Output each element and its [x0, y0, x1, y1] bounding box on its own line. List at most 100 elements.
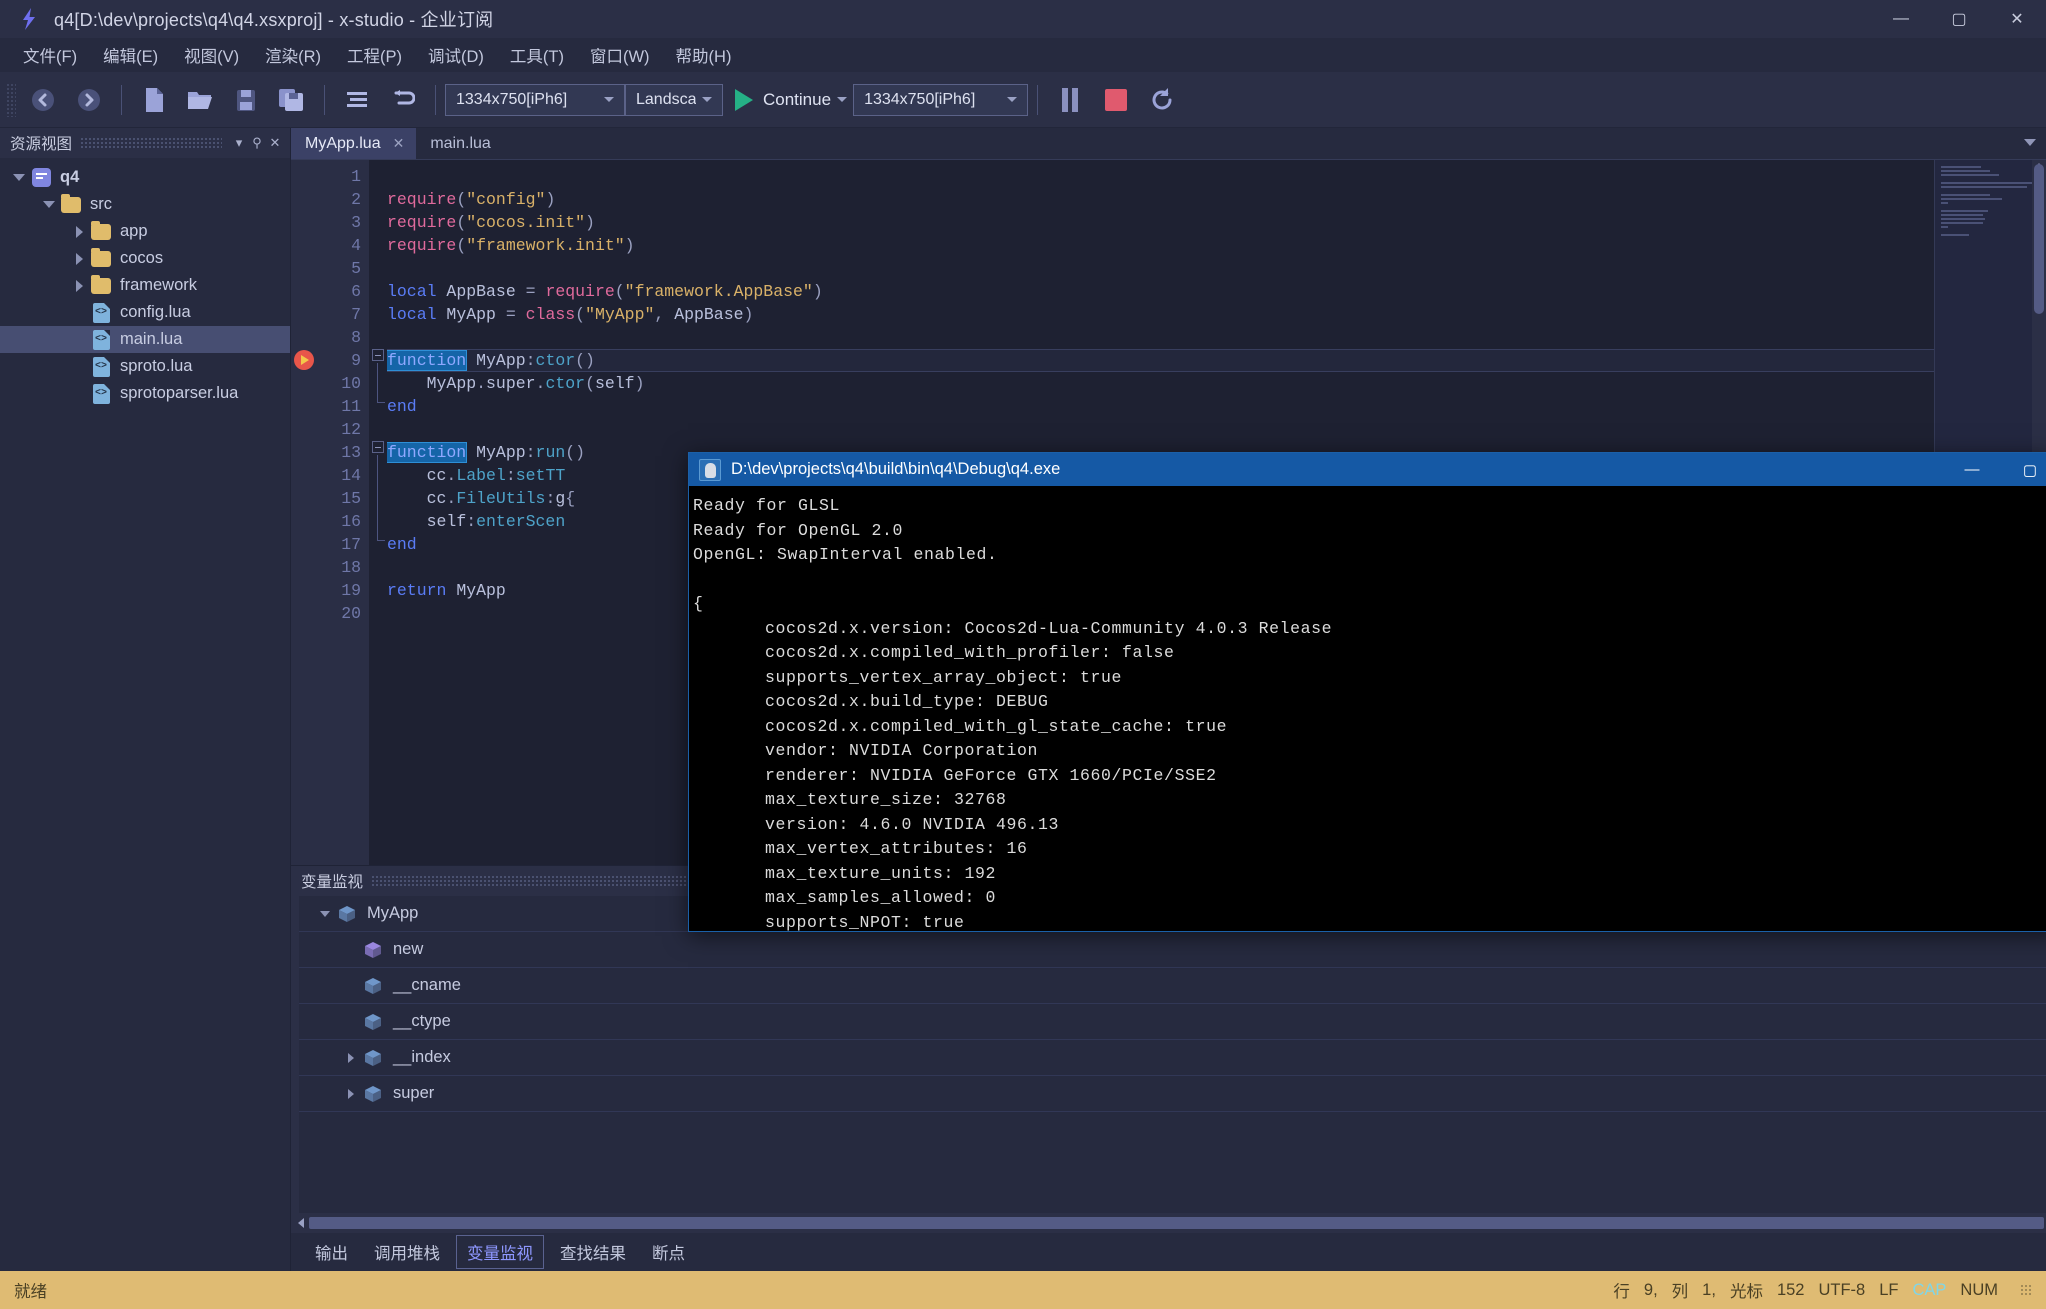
save-icon[interactable] [225, 79, 267, 121]
code-line[interactable] [387, 165, 2046, 188]
forward-arrow-icon[interactable] [68, 79, 110, 121]
code-line[interactable]: require("config") [387, 188, 2046, 211]
continue-chevron-icon[interactable] [837, 97, 847, 102]
code-line[interactable] [387, 326, 2046, 349]
code-line[interactable]: MyApp.super.ctor(self) [387, 372, 2046, 395]
fold-end-11 [377, 402, 385, 403]
code-line[interactable]: require("framework.init") [387, 234, 2046, 257]
line-number: 14 [317, 464, 361, 487]
watch-row-u_cname[interactable]: __cname [299, 968, 2046, 1004]
menu-tools[interactable]: 工具(T) [497, 40, 577, 70]
code-line[interactable] [387, 418, 2046, 441]
stop-icon[interactable] [1095, 79, 1137, 121]
tree-item-app[interactable]: app [0, 218, 290, 245]
tree-item-sproto-lua[interactable]: <>sproto.lua [0, 353, 290, 380]
menu-view[interactable]: 视图(V) [171, 40, 252, 70]
code-line[interactable]: end [387, 395, 2046, 418]
tab-breakpoints[interactable]: 断点 [642, 1236, 695, 1268]
watch-row-new[interactable]: new [299, 932, 2046, 968]
watch-twisty-right-icon[interactable] [339, 1089, 363, 1099]
tree-item-sprotoparser-lua[interactable]: <>sprotoparser.lua [0, 380, 290, 407]
toolbar-divider [121, 85, 122, 115]
console-maximize-button[interactable]: ▢ [2001, 453, 2046, 486]
watch-row-u_index[interactable]: __index [299, 1040, 2046, 1076]
panel-pin-icon[interactable]: ⚲ [248, 135, 266, 151]
lua-file-icon: <> [90, 330, 112, 350]
watch-row-super[interactable]: super [299, 1076, 2046, 1112]
watch-horizontal-scrollbar[interactable] [291, 1213, 2046, 1233]
fold-box-13[interactable] [372, 441, 384, 453]
play-icon[interactable] [735, 89, 753, 111]
menu-file[interactable]: 文件(F) [10, 40, 90, 70]
tree-item-src[interactable]: src [0, 191, 290, 218]
tab-variable-watch[interactable]: 变量监视 [456, 1235, 544, 1269]
close-button[interactable]: ✕ [1988, 0, 2046, 38]
tab-myapp-lua[interactable]: MyApp.lua ✕ [291, 128, 416, 159]
scroll-thumb[interactable] [2034, 164, 2044, 314]
tree-item-q4[interactable]: q4 [0, 164, 290, 191]
resize-grip-icon[interactable] [2020, 1284, 2032, 1296]
code-line[interactable]: require("cocos.init") [387, 211, 2046, 234]
panel-collapse-icon[interactable]: ▾ [230, 135, 248, 151]
resolution-combo[interactable]: 1334x750[iPh6] [445, 84, 625, 116]
menu-help[interactable]: 帮助(H) [663, 40, 745, 70]
continue-label[interactable]: Continue [763, 90, 831, 110]
watch-twisty-down-icon[interactable] [313, 911, 337, 917]
menu-edit[interactable]: 编辑(E) [90, 40, 171, 70]
twisty-right-icon[interactable] [68, 280, 90, 292]
console-minimize-button[interactable]: — [1943, 453, 2001, 486]
twisty-right-icon[interactable] [68, 226, 90, 238]
watch-twisty-right-icon[interactable] [339, 1053, 363, 1063]
tree-item-main-lua[interactable]: <>main.lua [0, 326, 290, 353]
save-all-icon[interactable] [271, 79, 313, 121]
menu-debug[interactable]: 调试(D) [415, 40, 497, 70]
watch-scroll-thumb[interactable] [309, 1217, 2044, 1229]
orientation-combo[interactable]: Landscape [625, 84, 723, 116]
maximize-button[interactable]: ▢ [1930, 0, 1988, 38]
minimap-line [1941, 186, 2027, 188]
panel-close-icon[interactable]: ✕ [266, 135, 284, 151]
code-line[interactable]: local MyApp = class("MyApp", AppBase) [387, 303, 2046, 326]
menu-render[interactable]: 渲染(R) [252, 40, 334, 70]
back-arrow-icon[interactable] [22, 79, 64, 121]
fold-box-9[interactable] [372, 349, 384, 361]
chevron-down-icon [604, 97, 614, 102]
new-file-icon[interactable] [133, 79, 175, 121]
menu-project[interactable]: 工程(P) [334, 40, 415, 70]
target-combo[interactable]: 1334x750[iPh6] [853, 84, 1028, 116]
tree-item-config-lua[interactable]: <>config.lua [0, 299, 290, 326]
line-number: 8 [317, 326, 361, 349]
restart-icon[interactable] [1141, 79, 1183, 121]
open-folder-icon[interactable] [179, 79, 221, 121]
toolbar-grip[interactable] [6, 83, 16, 117]
tree-item-framework[interactable]: framework [0, 272, 290, 299]
twisty-right-icon[interactable] [68, 253, 90, 265]
undo-icon[interactable] [382, 79, 424, 121]
list-icon[interactable] [336, 79, 378, 121]
twisty-down-icon[interactable] [38, 201, 60, 208]
panel-drag-handle[interactable] [80, 137, 222, 149]
tree-item-cocos[interactable]: cocos [0, 245, 290, 272]
tabstrip-overflow-icon[interactable] [2024, 139, 2036, 146]
menu-window[interactable]: 窗口(W) [577, 40, 663, 70]
pause-icon[interactable] [1049, 79, 1091, 121]
code-line[interactable] [387, 257, 2046, 280]
tab-output[interactable]: 输出 [305, 1236, 358, 1268]
tab-main-lua[interactable]: main.lua [416, 128, 502, 159]
watch-scroll-left-icon[interactable] [298, 1218, 304, 1228]
console-output[interactable]: Ready for GLSLReady for OpenGL 2.0OpenGL… [689, 486, 2046, 931]
code-line[interactable]: local AppBase = require("framework.AppBa… [387, 280, 2046, 303]
console-title-bar[interactable]: D:\dev\projects\q4\build\bin\q4\Debug\q4… [689, 453, 2046, 486]
minimize-button[interactable]: — [1872, 0, 1930, 38]
code-line[interactable]: function MyApp:ctor() [387, 349, 2046, 372]
watch-row-u_ctype[interactable]: __ctype [299, 1004, 2046, 1040]
tab-callstack[interactable]: 调用堆栈 [364, 1236, 450, 1268]
console-line: { [693, 592, 2046, 617]
console-window[interactable]: D:\dev\projects\q4\build\bin\q4\Debug\q4… [688, 452, 2046, 932]
tab-close-icon[interactable]: ✕ [393, 135, 405, 152]
tab-find-results[interactable]: 查找结果 [550, 1236, 636, 1268]
breakpoint-arrow-icon[interactable] [294, 350, 314, 370]
breakpoint-gutter[interactable] [291, 160, 317, 865]
twisty-down-icon[interactable] [8, 174, 30, 181]
code-fold-gutter[interactable] [369, 160, 387, 865]
